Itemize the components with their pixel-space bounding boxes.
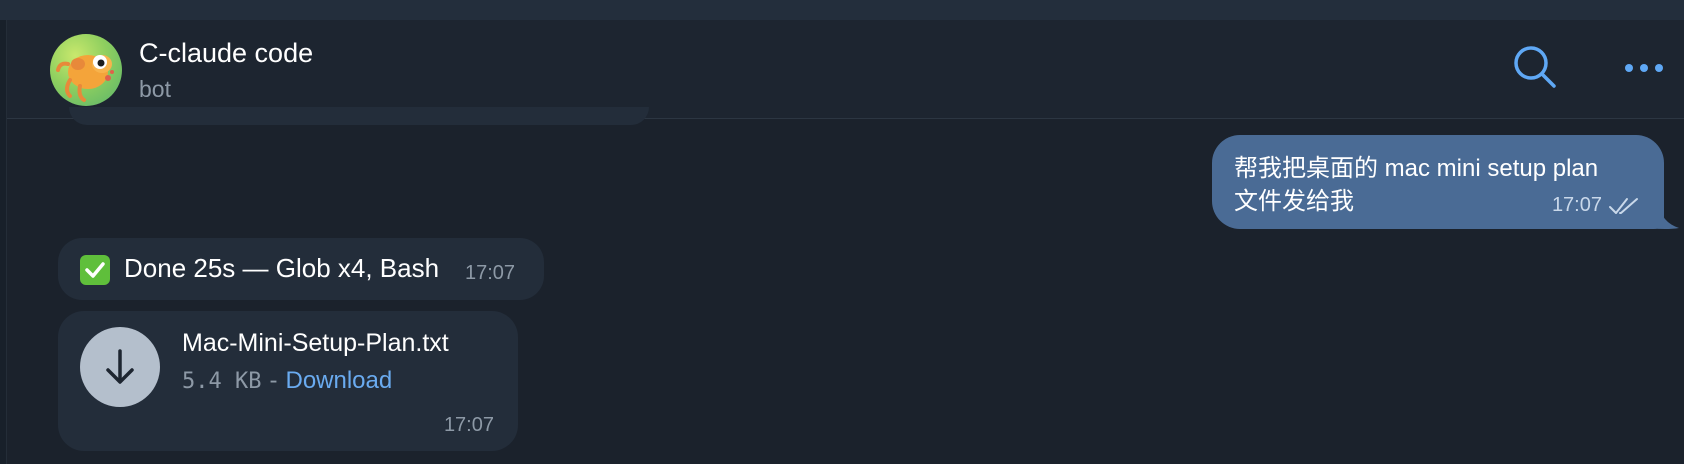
search-icon <box>1514 46 1556 88</box>
status-message-time: 17:07 <box>465 262 516 284</box>
chat-title[interactable]: C-claude code <box>139 38 313 69</box>
outgoing-message-line-1: 帮我把桌面的 mac mini setup plan <box>1234 155 1599 182</box>
chat-subtitle: bot <box>139 76 171 102</box>
file-message-time: 17:07 <box>443 414 494 436</box>
chat-list-edge <box>0 20 7 464</box>
chat-header[interactable]: C-claude code bot <box>7 20 1684 119</box>
file-name[interactable]: Mac-Mini-Setup-Plan.txt <box>182 329 449 358</box>
download-link[interactable]: Download <box>285 367 392 395</box>
incoming-file-message[interactable]: Mac-Mini-Setup-Plan.txt 5.4 KB - Downloa… <box>58 311 518 451</box>
file-meta: 5.4 KB - Download <box>182 367 392 395</box>
more-dots-icon <box>1625 64 1663 72</box>
chat-avatar[interactable] <box>50 34 122 106</box>
download-arrow-icon <box>106 349 134 384</box>
outgoing-message-meta: 17:07 <box>1552 194 1640 217</box>
search-button[interactable] <box>1510 42 1560 92</box>
window-top-strip <box>0 0 1684 20</box>
outgoing-bubble-tail <box>1647 204 1679 229</box>
outgoing-message-time: 17:07 <box>1551 194 1602 216</box>
incoming-status-message[interactable]: Done 25s — Glob x4, Bash 17:07 <box>58 238 544 300</box>
download-button[interactable] <box>80 327 160 407</box>
status-message-text: Done 25s — Glob x4, Bash <box>124 253 440 283</box>
chat-window: C-claude code bot 帮我把桌面的 mac mini setup … <box>0 0 1684 464</box>
outgoing-message[interactable]: 帮我把桌面的 mac mini setup plan 文件发给我 17:07 <box>1212 135 1664 229</box>
double-check-icon <box>1609 197 1638 214</box>
previous-message-bubble <box>69 107 649 125</box>
file-size: 5.4 KB <box>182 369 262 394</box>
cartoon-creature-avatar-icon <box>56 55 114 102</box>
message-list[interactable]: 帮我把桌面的 mac mini setup plan 文件发给我 17:07 D… <box>7 107 1684 464</box>
file-meta-separator: - <box>269 367 278 394</box>
check-mark-button-icon <box>80 255 110 285</box>
more-options-button[interactable] <box>1622 50 1666 86</box>
